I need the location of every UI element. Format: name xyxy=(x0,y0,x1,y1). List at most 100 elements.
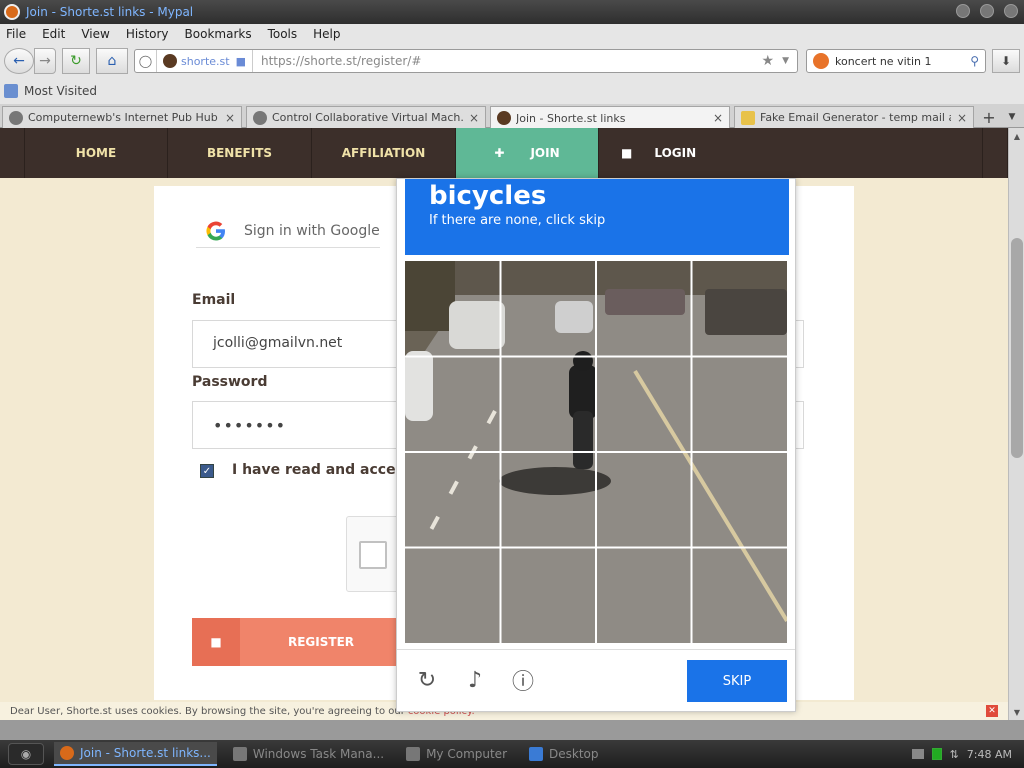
task-browser[interactable]: Join - Shorte.st links... xyxy=(54,742,217,766)
lock-icon: ■ xyxy=(621,146,633,160)
chevron-down-icon: ▼ xyxy=(1008,112,1016,122)
site-nav: HOME BENEFITS AFFILIATION ✚ JOIN ■ LOGIN xyxy=(0,128,1008,178)
home-button[interactable]: ⌂ xyxy=(96,48,128,74)
recaptcha-checkbox[interactable] xyxy=(359,541,387,569)
nav-login[interactable]: ■ LOGIN xyxy=(599,128,983,178)
home-icon: ⌂ xyxy=(107,53,117,69)
menu-view[interactable]: View xyxy=(81,27,109,41)
tab-close-icon[interactable]: × xyxy=(469,111,479,125)
arrow-left-icon: ← xyxy=(13,53,25,69)
most-visited-link[interactable]: Most Visited xyxy=(24,84,97,98)
close-window-button[interactable] xyxy=(1004,4,1018,18)
task-my-computer[interactable]: My Computer xyxy=(400,742,513,766)
nav-join[interactable]: ✚ JOIN xyxy=(456,128,599,178)
register-label: REGISTER xyxy=(287,635,355,649)
clock[interactable]: 7:48 AM xyxy=(967,748,1012,761)
search-input[interactable]: koncert ne vitin 1 xyxy=(835,55,970,68)
site-identity[interactable]: shorte.st ■ xyxy=(157,50,253,72)
forward-button[interactable]: → xyxy=(34,48,56,74)
tab-list-button[interactable]: ▼ xyxy=(1004,107,1020,127)
desktop-icon xyxy=(529,747,544,761)
search-icon[interactable]: ⚲ xyxy=(970,54,979,68)
page-scrollbar[interactable]: ▲ ▼ xyxy=(1008,128,1024,720)
downloads-button[interactable]: ⬇ xyxy=(992,49,1020,73)
menu-edit[interactable]: Edit xyxy=(42,27,65,41)
captcha-instruction: If there are none, click skip xyxy=(429,213,606,228)
arrow-right-icon: → xyxy=(39,53,51,69)
tab-computernewb[interactable]: Computernewb's Internet Pub Hub × xyxy=(2,106,242,128)
captcha-footer: ↻ ♪ ⓘ SKIP xyxy=(397,649,795,711)
url-dropdown-icon[interactable]: ▼ xyxy=(782,56,789,66)
lock-icon: ■ xyxy=(192,618,240,666)
search-engine-icon[interactable] xyxy=(813,53,829,69)
task-desktop[interactable]: Desktop xyxy=(523,742,605,766)
password-label: Password xyxy=(192,374,268,390)
tab-fake-email[interactable]: Fake Email Generator - temp mail a... × xyxy=(734,106,974,128)
system-tray: ⇅ 7:48 AM xyxy=(911,740,1012,768)
bookmarks-bar: Most Visited xyxy=(0,78,1024,104)
register-button[interactable]: ■ REGISTER xyxy=(192,618,402,666)
maximize-button[interactable] xyxy=(980,4,994,18)
tab-close-icon[interactable]: × xyxy=(957,111,967,125)
search-bar[interactable]: koncert ne vitin 1 ⚲ xyxy=(806,49,986,73)
lock-icon: ■ xyxy=(235,54,246,68)
reload-challenge-icon[interactable]: ↻ xyxy=(413,666,441,694)
info-icon[interactable]: ⓘ xyxy=(509,666,537,695)
captcha-keyword: bicycles xyxy=(429,181,547,211)
captcha-image-grid[interactable] xyxy=(405,261,787,643)
bookmark-folder-icon xyxy=(4,84,18,98)
nav-spacer xyxy=(0,128,25,178)
cookie-close-icon[interactable]: ✕ xyxy=(986,705,998,717)
tab-favicon-icon xyxy=(9,110,23,125)
captcha-header: bicycles If there are none, click skip xyxy=(405,179,789,255)
audio-challenge-icon[interactable]: ♪ xyxy=(461,666,489,694)
terms-checkbox[interactable]: ✓ xyxy=(200,464,214,478)
bookmark-star-icon[interactable]: ★ xyxy=(762,53,775,69)
tab-favicon-icon xyxy=(741,110,755,125)
shield-icon[interactable]: ◯ xyxy=(135,50,157,72)
window-controls xyxy=(956,4,1018,18)
cookie-text: Dear User, Shorte.st uses cookies. By br… xyxy=(10,705,405,717)
google-signin-button[interactable]: Sign in with Google xyxy=(196,214,380,248)
network-icon[interactable]: ⇅ xyxy=(950,748,959,761)
minimize-button[interactable] xyxy=(956,4,970,18)
nav-home[interactable]: HOME xyxy=(25,128,168,178)
check-icon: ✓ xyxy=(202,465,212,477)
scroll-down-icon[interactable]: ▼ xyxy=(1009,704,1024,720)
tab-close-icon[interactable]: × xyxy=(713,111,723,125)
add-user-icon: ✚ xyxy=(494,146,505,160)
email-label: Email xyxy=(192,292,236,308)
scroll-thumb[interactable] xyxy=(1011,238,1023,458)
browser-task-icon xyxy=(60,746,74,760)
task-task-manager[interactable]: Windows Task Mana... xyxy=(227,742,390,766)
new-tab-button[interactable]: + xyxy=(978,107,1000,127)
window-title: Join - Shorte.st links - Mypal xyxy=(26,5,194,19)
recaptcha-challenge: bicycles If there are none, click skip ↻… xyxy=(396,178,796,712)
menu-file[interactable]: File xyxy=(6,27,26,41)
nav-benefits[interactable]: BENEFITS xyxy=(168,128,312,178)
menu-bookmarks[interactable]: Bookmarks xyxy=(185,27,252,41)
reload-button[interactable]: ↻ xyxy=(62,48,90,74)
menu-help[interactable]: Help xyxy=(313,27,340,41)
street-motorcycle-image xyxy=(405,261,787,643)
site-favicon-icon xyxy=(163,54,177,68)
window-titlebar: Join - Shorte.st links - Mypal xyxy=(0,0,1024,24)
os-taskbar: ◉ Join - Shorte.st links... Windows Task… xyxy=(0,720,1024,768)
tab-bar: Computernewb's Internet Pub Hub × Contro… xyxy=(0,104,1024,129)
back-button[interactable]: ← xyxy=(4,48,34,74)
menu-history[interactable]: History xyxy=(126,27,169,41)
tab-close-icon[interactable]: × xyxy=(225,111,235,125)
tab-control-vm[interactable]: Control Collaborative Virtual Mach... × xyxy=(246,106,486,128)
tab-favicon-icon xyxy=(253,110,267,125)
tab-join-shortest[interactable]: Join - Shorte.st links × xyxy=(490,106,730,129)
scroll-up-icon[interactable]: ▲ xyxy=(1009,128,1024,144)
keyboard-icon[interactable] xyxy=(911,749,924,759)
nav-affiliation[interactable]: AFFILIATION xyxy=(312,128,456,178)
menu-tools[interactable]: Tools xyxy=(268,27,298,41)
battery-icon[interactable] xyxy=(931,748,942,760)
url-bar[interactable]: ◯ shorte.st ■ https://shorte.st/register… xyxy=(134,49,798,73)
skip-button[interactable]: SKIP xyxy=(687,660,787,702)
reload-icon: ↻ xyxy=(70,53,82,69)
start-button[interactable]: ◉ xyxy=(8,743,44,765)
url-text[interactable]: https://shorte.st/register/# xyxy=(253,54,762,68)
